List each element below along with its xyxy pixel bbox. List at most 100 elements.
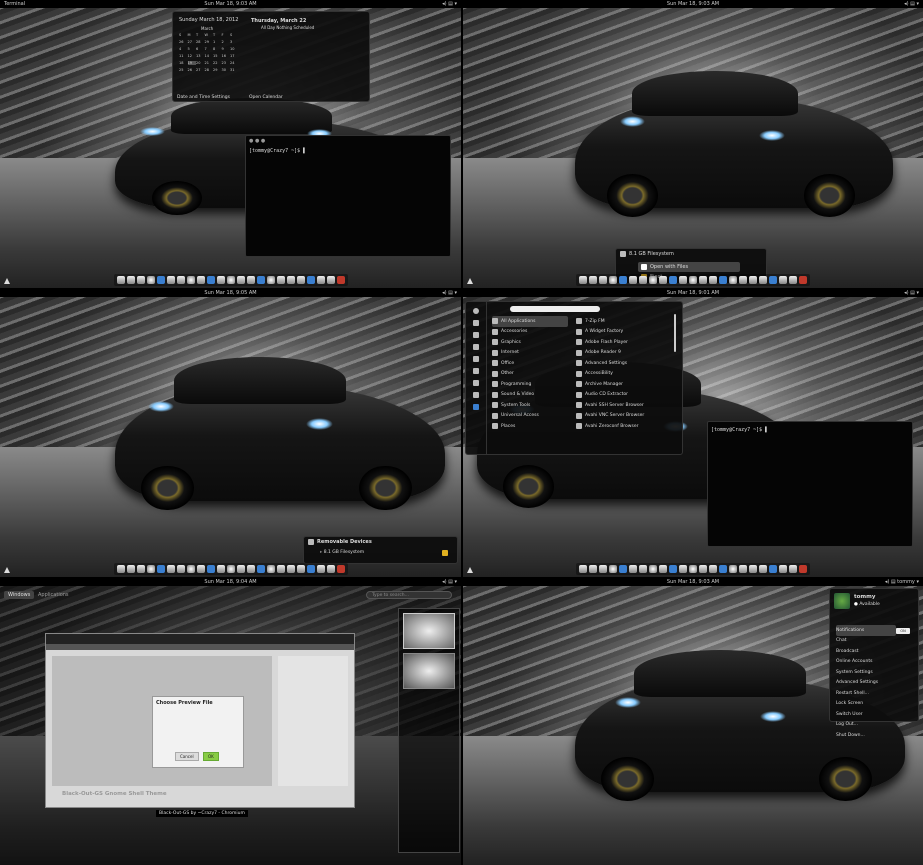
chromium-window-thumbnail[interactable]: Choose Preview File Cancel OK Black-Out-… (45, 633, 355, 808)
headphones-icon[interactable] (473, 344, 479, 350)
calendar-day[interactable]: 21 (205, 61, 214, 65)
calendar-day[interactable]: 27 (196, 68, 205, 72)
calendar-grid[interactable]: S M T W T F S 26 27 28 29 1 2 3 4 5 6 7 8 9 10 11 12 13 14 15 16 17… (179, 33, 239, 72)
calendar-day[interactable]: 17 (230, 54, 239, 58)
chromium-icon[interactable] (473, 308, 479, 314)
calendar-month[interactable]: March (201, 26, 213, 31)
user-menu-item[interactable]: Notifications (836, 625, 896, 636)
dock[interactable] (113, 563, 348, 575)
app-list[interactable]: 7-Zip FM A Widget Factory Adobe Flash Play… (576, 316, 672, 432)
app-item[interactable]: Avahi VNC Server Browser (576, 411, 672, 422)
calendar-day[interactable]: 28 (205, 68, 214, 72)
category-item[interactable]: System Tools (492, 400, 568, 411)
calendar-day[interactable]: 31 (230, 68, 239, 72)
calendar-day[interactable]: 16 (222, 54, 231, 58)
calendar-day[interactable]: 29 (205, 40, 214, 44)
pen-icon[interactable] (473, 368, 479, 374)
user-menu-item[interactable]: Chat (836, 636, 896, 647)
hearts-icon[interactable] (473, 332, 479, 338)
category-item[interactable]: Programming (492, 379, 568, 390)
workspace-switcher[interactable] (398, 608, 460, 853)
user-menu-item[interactable]: Lock Screen (836, 699, 896, 710)
choose-preview-dialog[interactable]: Choose Preview File Cancel OK (152, 696, 244, 768)
category-item[interactable]: Places (492, 421, 568, 432)
terminal-icon[interactable] (473, 380, 479, 386)
tab-applications[interactable]: Applications (38, 592, 69, 598)
calendar-day[interactable]: 20 (196, 61, 205, 65)
terminal-prompt[interactable]: [tommy@Crazy7 ~]$ ▌ (246, 146, 450, 156)
user-menu-item[interactable]: Switch User (836, 709, 896, 720)
calendar-day[interactable]: 22 (213, 61, 222, 65)
calendar-day[interactable]: 28 (196, 40, 205, 44)
ok-button[interactable]: OK (203, 752, 219, 761)
clock[interactable]: Sun Mar 18, 9:04 AM (0, 579, 461, 585)
window-controls[interactable]: ● ● ● (246, 136, 450, 146)
folder-icon[interactable] (473, 392, 479, 398)
dock[interactable] (113, 274, 348, 286)
terminal-window[interactable]: ● ● ● [tommy@Crazy7 ~]$ ▌ (245, 135, 451, 257)
terminal-prompt[interactable]: [tommy@Crazy7 ~]$ ▌ (708, 422, 912, 438)
category-item[interactable]: All Applications (492, 316, 568, 327)
category-item[interactable]: Accessories (492, 327, 568, 338)
workspace-2[interactable] (403, 653, 455, 689)
calendar-day[interactable]: 18 (179, 61, 188, 65)
calendar-day[interactable]: 5 (188, 47, 197, 51)
category-item[interactable]: Universal Access (492, 411, 568, 422)
app-item[interactable]: Advanced Settings (576, 358, 672, 369)
calendar-day[interactable]: 4 (179, 47, 188, 51)
user-menu-item[interactable]: Advanced Settings (836, 678, 896, 689)
calendar-day[interactable]: 29 (213, 68, 222, 72)
status[interactable]: ● Available (854, 602, 880, 607)
dock[interactable] (576, 274, 810, 286)
document-icon[interactable] (473, 356, 479, 362)
calendar-day[interactable]: 11 (179, 54, 188, 58)
app-item[interactable]: Adobe Flash Player (576, 337, 672, 348)
category-item[interactable]: Graphics (492, 337, 568, 348)
avatar[interactable] (834, 593, 850, 609)
calendar-day[interactable]: 26 (179, 40, 188, 44)
calendar-day[interactable]: 3 (230, 40, 239, 44)
open-with-files-item[interactable]: Open with Files (638, 261, 740, 272)
clock[interactable]: Sun Mar 18, 9:03 AM (0, 1, 461, 7)
app-item[interactable]: AccessiBility (576, 369, 672, 380)
category-item[interactable]: Other (492, 369, 568, 380)
category-item[interactable]: Internet (492, 348, 568, 359)
search-input[interactable] (510, 306, 600, 312)
calendar-day[interactable]: 23 (222, 61, 231, 65)
calendar-day[interactable]: 26 (188, 68, 197, 72)
scrollbar[interactable] (674, 314, 676, 352)
calendar-day[interactable]: 15 (213, 54, 222, 58)
clock[interactable]: Sun Mar 18, 9:01 AM (463, 290, 923, 296)
clock[interactable]: Sun Mar 18, 9:03 AM (463, 1, 923, 7)
eject-icon[interactable] (442, 549, 448, 556)
calendar-day[interactable]: 14 (205, 54, 214, 58)
category-item[interactable]: Office (492, 358, 568, 369)
app-item[interactable]: Avahi Zeroconf Browser (576, 421, 672, 432)
clock[interactable]: Sun Mar 18, 9:05 AM (0, 290, 461, 296)
app-item[interactable]: Audio CD Extractor (576, 390, 672, 401)
app-item[interactable]: Adobe Reader 9 (576, 348, 672, 359)
open-calendar-link[interactable]: Open Calendar (249, 95, 283, 100)
app-item[interactable]: Avahi SSH Server Browser (576, 400, 672, 411)
user-menu-item[interactable]: Log Out... (836, 720, 896, 731)
dock[interactable] (576, 563, 810, 575)
calendar-day[interactable]: 6 (196, 47, 205, 51)
calendar-day[interactable]: 7 (205, 47, 214, 51)
calendar-day[interactable]: 8 (213, 47, 222, 51)
calendar-day[interactable]: 2 (222, 40, 231, 44)
calendar-day[interactable]: 19 (187, 61, 196, 65)
calendar-day[interactable]: 10 (230, 47, 239, 51)
user-menu-item[interactable]: Broadcast (836, 646, 896, 657)
box-icon[interactable] (473, 404, 479, 410)
app-item[interactable]: A Widget Factory (576, 327, 672, 338)
user-menu-item[interactable]: Shut Down... (836, 730, 896, 741)
calendar-day[interactable]: 24 (230, 61, 239, 65)
favorites-column[interactable] (466, 302, 487, 454)
calendar-day[interactable]: 27 (188, 40, 197, 44)
calendar-day[interactable]: 1 (213, 40, 222, 44)
clock[interactable]: Sun Mar 18, 9:03 AM (463, 579, 923, 585)
user-menu-item[interactable]: Restart Shell... (836, 688, 896, 699)
search-input[interactable]: Type to search... (366, 591, 452, 599)
calendar-day[interactable]: 12 (188, 54, 197, 58)
tab-windows[interactable]: Windows (4, 591, 35, 599)
